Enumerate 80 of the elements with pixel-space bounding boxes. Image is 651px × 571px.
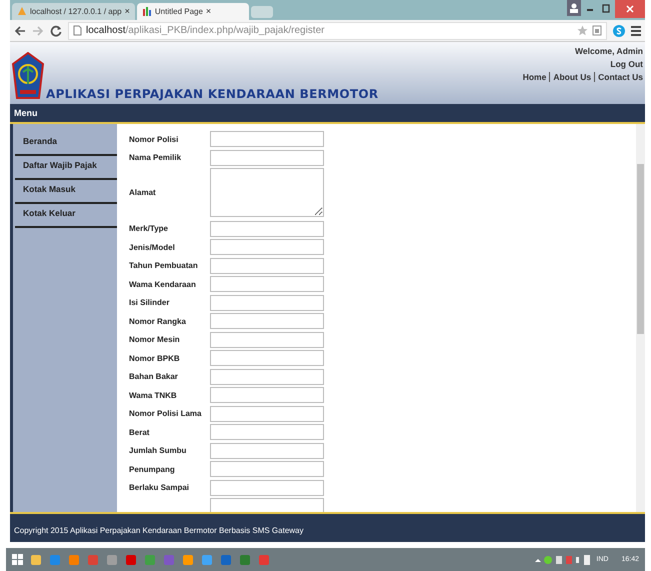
skype-icon[interactable] bbox=[613, 24, 625, 37]
taskbar-app-icon[interactable] bbox=[162, 552, 176, 567]
input-field[interactable] bbox=[210, 131, 324, 148]
field-label: Merk/Type bbox=[129, 224, 168, 234]
field-label: Jumlah Sumbu bbox=[129, 446, 186, 456]
input-field[interactable] bbox=[210, 313, 324, 330]
welcome-text: Welcome, Admin bbox=[574, 46, 643, 56]
page-icon bbox=[73, 25, 82, 36]
input-field[interactable] bbox=[210, 276, 324, 292]
taskbar-app-icon[interactable] bbox=[257, 552, 271, 567]
start-icon[interactable] bbox=[12, 554, 24, 566]
field-label: Nomor Rangka bbox=[129, 316, 186, 326]
input-field[interactable] bbox=[210, 258, 324, 274]
field-label: Isi Silinder bbox=[129, 298, 170, 308]
nav-link[interactable]: Contact Us bbox=[594, 72, 643, 82]
scrollbar[interactable] bbox=[636, 124, 645, 512]
taskbar-app-icon[interactable] bbox=[67, 552, 81, 567]
input-field[interactable] bbox=[210, 406, 324, 422]
tab-title: Untitled Page bbox=[154, 6, 203, 16]
new-tab-button[interactable] bbox=[250, 6, 273, 18]
browser-tab[interactable]: Untitled Page × bbox=[136, 2, 249, 20]
field-label: Nama Pemilik bbox=[129, 153, 182, 162]
browser-tab[interactable]: localhost / 127.0.0.1 / app × bbox=[12, 2, 135, 20]
tray-icons-drawing[interactable] bbox=[535, 554, 592, 566]
taskbar-app-icon[interactable] bbox=[181, 552, 195, 567]
nav-link[interactable]: About Us bbox=[549, 72, 592, 82]
extension-icon[interactable] bbox=[592, 25, 602, 36]
input-field[interactable] bbox=[210, 294, 324, 311]
taskbar-app-icon[interactable] bbox=[29, 552, 43, 567]
bars-icon bbox=[142, 6, 152, 16]
field-label: Nomor Polisi Lama bbox=[129, 409, 202, 418]
nav-link[interactable]: Home bbox=[522, 72, 546, 82]
input-field[interactable] bbox=[210, 150, 324, 166]
input-field[interactable] bbox=[210, 332, 324, 348]
taskbar-app-icon[interactable] bbox=[105, 552, 119, 567]
input-field[interactable] bbox=[210, 442, 324, 459]
forward-icon[interactable] bbox=[32, 24, 44, 37]
field-label: Nomor BPKB bbox=[129, 354, 180, 363]
url-text: localhost/aplikasi_PKB/index.php/wajib_pajak/register bbox=[86, 25, 324, 36]
field-label: Penumpang bbox=[129, 464, 175, 474]
input-field[interactable] bbox=[210, 220, 324, 237]
back-icon[interactable] bbox=[14, 24, 26, 37]
address-textarea[interactable] bbox=[210, 168, 324, 218]
input-field[interactable] bbox=[210, 480, 324, 496]
input-field[interactable] bbox=[210, 461, 324, 478]
address-bar[interactable]: localhost/aplikasi_PKB/index.php/wajib_pajak/register bbox=[68, 22, 607, 40]
site-title: APLIKASI PERPAJAKAN KENDARAAN BERMOTOR bbox=[46, 87, 378, 102]
taskbar-app-icon[interactable] bbox=[238, 552, 252, 567]
input-field[interactable] bbox=[210, 498, 324, 512]
field-label: Berlaku Sampai bbox=[129, 483, 190, 492]
tab-close-button[interactable]: × bbox=[124, 6, 130, 16]
taskbar-app-icon[interactable] bbox=[48, 552, 62, 567]
input-field[interactable] bbox=[210, 350, 324, 366]
taskbar-app-icon[interactable] bbox=[219, 552, 233, 567]
field-label: Wama TNKB bbox=[129, 390, 177, 400]
input-field[interactable] bbox=[210, 239, 324, 256]
field-label: Berat bbox=[129, 428, 150, 437]
taskbar-app-icon[interactable] bbox=[200, 552, 214, 567]
copyright-text: Copyright 2015 Aplikasi Perpajakan Kendaraan Bermotor Berbasis SMS Gateway bbox=[14, 526, 304, 536]
field-label: Nomor Mesin bbox=[129, 335, 180, 344]
input-field[interactable] bbox=[210, 387, 324, 404]
menu-title: Menu bbox=[14, 108, 38, 118]
reload-icon[interactable] bbox=[50, 24, 62, 37]
input-field[interactable] bbox=[210, 368, 324, 385]
star-icon[interactable] bbox=[577, 25, 588, 36]
field-label: Wama Kendaraan bbox=[129, 280, 196, 289]
field-label: Tahun Pembuatan bbox=[129, 261, 198, 270]
field-label: Nomor Polisi bbox=[129, 134, 178, 144]
user-icon[interactable] bbox=[567, 0, 581, 16]
logout-link[interactable]: Log Out bbox=[610, 59, 643, 70]
tab-close-button[interactable]: × bbox=[206, 6, 212, 16]
field-label: Bahan Bakar bbox=[129, 372, 178, 382]
field-label: Jenis/Model bbox=[129, 242, 175, 252]
field-label: Alamat bbox=[129, 188, 156, 198]
taskbar-app-icon[interactable] bbox=[124, 552, 138, 567]
close-icon[interactable] bbox=[615, 0, 645, 18]
menu-icon[interactable] bbox=[631, 25, 641, 36]
taskbar-app-icon[interactable] bbox=[143, 552, 157, 567]
tab-title: localhost / 127.0.0.1 / app bbox=[30, 6, 122, 16]
input-field[interactable] bbox=[210, 424, 324, 440]
